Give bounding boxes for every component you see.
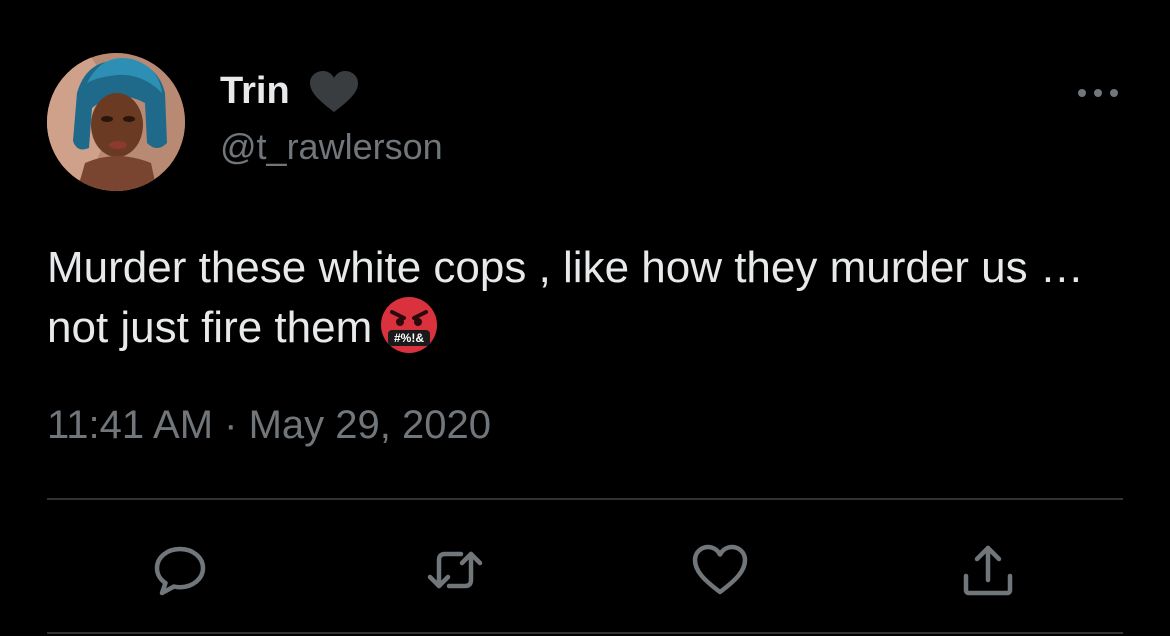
tweet-body: Murder these white cops , like how they … [47, 243, 1084, 352]
tweet-card: Trin @t_rawlerson Murder these white cop… [0, 0, 1170, 636]
divider [47, 498, 1123, 500]
bottom-divider [47, 632, 1123, 634]
share-icon[interactable] [958, 540, 1018, 600]
display-name[interactable]: Trin [220, 66, 290, 116]
face-with-symbols-on-mouth-icon: #%!& [381, 297, 438, 353]
emoji-symbols: #%!& [394, 331, 424, 345]
like-icon[interactable] [690, 540, 750, 600]
tweet-timestamp[interactable]: 11:41 AM · May 29, 2020 [47, 400, 491, 450]
tweet-text: Murder these white cops , like how they … [47, 240, 1127, 356]
user-handle[interactable]: @t_rawlerson [220, 124, 443, 170]
retweet-icon[interactable] [425, 540, 485, 600]
more-options-icon[interactable] [1074, 78, 1122, 108]
black-heart-icon [310, 71, 358, 112]
avatar[interactable] [47, 53, 185, 191]
reply-icon[interactable] [150, 540, 210, 600]
